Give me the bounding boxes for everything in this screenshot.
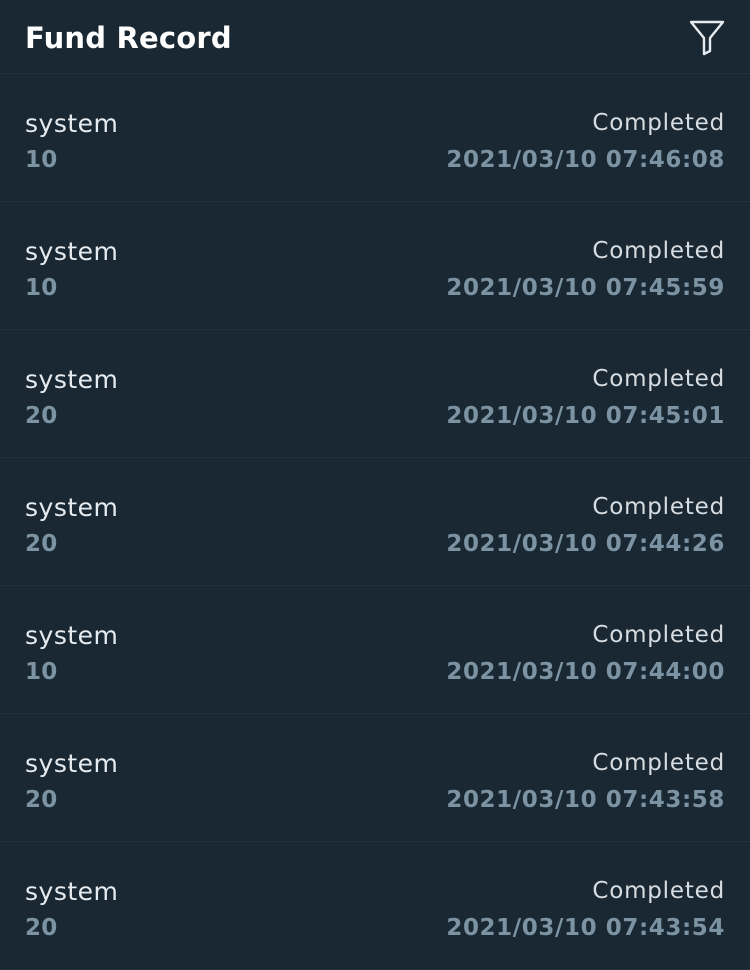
filter-icon <box>689 20 725 55</box>
page-title: Fund Record <box>25 20 232 55</box>
record-source: system <box>25 109 119 138</box>
record-time: 2021/03/10 07:46:08 <box>446 147 725 173</box>
record-time: 2021/03/10 07:45:01 <box>446 403 725 429</box>
record-status: Completed <box>592 494 725 520</box>
filter-button[interactable] <box>685 15 729 59</box>
record-amount: 20 <box>25 787 58 813</box>
header-bar: Fund Record <box>0 0 750 74</box>
record-amount: 20 <box>25 531 58 557</box>
record-time: 2021/03/10 07:43:58 <box>446 787 725 813</box>
list-item[interactable]: system 10 Completed 2021/03/10 07:45:59 <box>0 202 750 330</box>
record-source: system <box>25 237 119 266</box>
list-item[interactable]: system 20 Completed 2021/03/10 07:44:26 <box>0 458 750 586</box>
record-status: Completed <box>592 110 725 136</box>
record-amount: 20 <box>25 403 58 429</box>
list-item[interactable]: system 20 Completed 2021/03/10 07:43:54 <box>0 842 750 970</box>
record-status: Completed <box>592 878 725 904</box>
record-source: system <box>25 493 119 522</box>
record-time: 2021/03/10 07:44:00 <box>446 659 725 685</box>
record-time: 2021/03/10 07:44:26 <box>446 531 725 557</box>
record-source: system <box>25 621 119 650</box>
record-amount: 20 <box>25 915 58 941</box>
record-amount: 10 <box>25 147 58 173</box>
list-item[interactable]: system 20 Completed 2021/03/10 07:43:58 <box>0 714 750 842</box>
record-source: system <box>25 365 119 394</box>
record-status: Completed <box>592 366 725 392</box>
record-status: Completed <box>592 238 725 264</box>
list-item[interactable]: system 10 Completed 2021/03/10 07:44:00 <box>0 586 750 714</box>
record-time: 2021/03/10 07:43:54 <box>446 915 725 941</box>
record-time: 2021/03/10 07:45:59 <box>446 275 725 301</box>
record-amount: 10 <box>25 275 58 301</box>
record-status: Completed <box>592 622 725 648</box>
record-source: system <box>25 877 119 906</box>
list-item[interactable]: system 20 Completed 2021/03/10 07:45:01 <box>0 330 750 458</box>
record-source: system <box>25 749 119 778</box>
fund-record-list: system 10 Completed 2021/03/10 07:46:08 … <box>0 74 750 970</box>
record-status: Completed <box>592 750 725 776</box>
list-item[interactable]: system 10 Completed 2021/03/10 07:46:08 <box>0 74 750 202</box>
fund-record-screen: Fund Record system 10 Completed 2021/03/… <box>0 0 750 970</box>
record-amount: 10 <box>25 659 58 685</box>
